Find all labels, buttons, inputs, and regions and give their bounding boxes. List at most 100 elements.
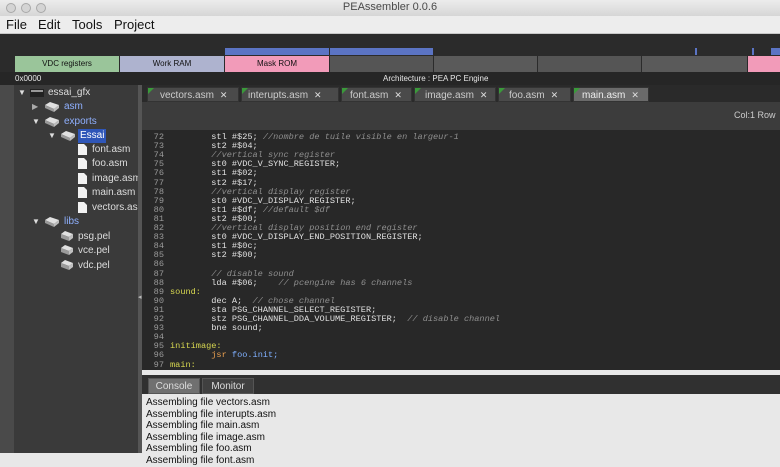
tab-status-icon	[415, 88, 421, 94]
code-line: lda #$06; // pcengine has 6 channels	[170, 277, 413, 288]
tab-status-icon	[499, 88, 505, 94]
tab-label: vectors.asm	[160, 90, 214, 101]
tab-close-icon[interactable]: ✕	[394, 90, 402, 100]
editor-status-strip: Col:1 Row	[142, 102, 780, 130]
code-line: lda #%11111111	[170, 369, 283, 370]
menu-file[interactable]: File	[6, 17, 27, 32]
tab-monitor[interactable]: Monitor	[202, 378, 254, 394]
console-line: Assembling file main.asm	[146, 420, 260, 431]
folder-icon	[44, 116, 60, 128]
console-line: Assembling file font.asm	[146, 455, 255, 466]
tree-file-label: vectors.asm	[92, 202, 138, 213]
console-tab-bar: Console Monitor	[142, 375, 780, 394]
file-icon	[78, 158, 87, 169]
tree-folder-asm-label: asm	[64, 101, 83, 112]
library-icon	[60, 231, 74, 242]
tab-close-icon[interactable]: ✕	[480, 90, 488, 100]
tree-file-main[interactable]: main.asm	[78, 186, 138, 200]
tab-font-asm[interactable]: font.asm ✕	[341, 87, 412, 102]
code-line: st2 #$00;	[170, 250, 258, 261]
tab-status-icon	[242, 88, 248, 94]
menu-project[interactable]: Project	[114, 17, 154, 32]
folder-icon	[60, 130, 76, 142]
tab-interupts-asm[interactable]: interupts.asm ✕	[241, 87, 339, 102]
tree-file-image[interactable]: image.asm	[78, 172, 138, 186]
menu-bar: File Edit Tools Project	[0, 16, 780, 34]
project-tree: ▼ essai_gfx ▶ asm ▼ exports ▼ Essai font…	[14, 85, 138, 453]
tab-status-icon	[574, 88, 580, 94]
tree-root-label: essai_gfx	[48, 87, 91, 98]
tab-close-icon[interactable]: ✕	[220, 90, 228, 100]
address-readout: 0x0000	[15, 74, 42, 83]
segment-empty	[434, 56, 537, 72]
tab-console[interactable]: Console	[148, 378, 200, 394]
disclosure-closed-icon[interactable]: ▶	[32, 100, 38, 114]
tab-label: main.asm	[582, 90, 626, 101]
console-line: Assembling file vectors.asm	[146, 397, 270, 408]
memory-usage-mark	[752, 48, 754, 55]
segment-empty	[538, 56, 641, 72]
sidebar-gutter	[0, 85, 14, 453]
memory-usage-mark	[695, 48, 697, 55]
tab-label: font.asm	[350, 90, 389, 101]
tree-folder-libs-label: libs	[64, 216, 80, 227]
tab-close-icon[interactable]: ✕	[551, 90, 559, 100]
segment-vdc-registers[interactable]: VDC registers	[15, 56, 119, 72]
window-title: PEAssembler 0.0.6	[342, 1, 438, 13]
segment-mask-rom-high[interactable]	[748, 56, 780, 72]
file-icon	[78, 202, 87, 213]
console-output[interactable]: Assembling file vectors.asm Assembling f…	[142, 394, 780, 466]
menu-tools[interactable]: Tools	[72, 17, 102, 32]
disclosure-open-icon[interactable]: ▼	[32, 215, 40, 229]
segment-mask-rom[interactable]: Mask ROM	[225, 56, 329, 72]
tab-main-asm[interactable]: main.asm ✕	[573, 87, 649, 102]
tab-vectors-asm[interactable]: vectors.asm ✕	[147, 87, 239, 102]
tree-file-label: foo.asm	[92, 158, 128, 169]
code-line: bne sound;	[170, 323, 263, 334]
library-icon	[60, 260, 74, 271]
tree-file-vectors[interactable]: vectors.asm	[78, 201, 138, 215]
file-icon	[78, 187, 87, 198]
tab-close-icon[interactable]: ✕	[631, 90, 639, 100]
library-icon	[60, 245, 74, 256]
cursor-position-label: Col:1 Row	[734, 110, 776, 120]
tree-file-label: image.asm	[92, 173, 138, 184]
folder-icon	[44, 216, 60, 228]
tab-label: foo.asm	[509, 90, 545, 101]
architecture-label: Architecture : PEA PC Engine	[383, 74, 489, 83]
segment-empty	[330, 56, 433, 72]
tab-status-icon	[342, 88, 348, 94]
line-number: 98	[142, 369, 164, 370]
memory-usage-mark	[771, 48, 780, 55]
menu-edit[interactable]: Edit	[38, 17, 60, 32]
tab-label: image.asm	[425, 90, 474, 101]
tree-lib-label: vce.pel	[78, 245, 110, 256]
segment-work-ram[interactable]: Work RAM	[120, 56, 224, 72]
title-bar: PEAssembler 0.0.6	[0, 0, 780, 17]
tree-lib-label: psg.pel	[78, 231, 111, 242]
splitter-handle-icon[interactable]: ◂	[138, 293, 142, 301]
file-icon	[78, 173, 87, 184]
tree-folder-essai-label: Essai	[78, 129, 107, 143]
editor-tab-bar: vectors.asm ✕ interupts.asm ✕ font.asm ✕ im…	[142, 85, 780, 102]
disclosure-open-icon[interactable]: ▼	[32, 115, 40, 129]
disclosure-open-icon[interactable]: ▼	[18, 86, 26, 100]
tab-foo-asm[interactable]: foo.asm ✕	[498, 87, 571, 102]
tree-folder-exports-label: exports	[64, 116, 97, 127]
tree-file-label: main.asm	[92, 187, 136, 198]
info-bar: 0x0000 Architecture : PEA PC Engine	[0, 72, 780, 85]
tree-lib-label: vdc.pel	[78, 260, 110, 271]
code-editor[interactable]: 72 stl #$25; //nombre de tuile visible e…	[142, 130, 780, 370]
tab-label: interupts.asm	[248, 90, 309, 101]
disclosure-open-icon[interactable]: ▼	[48, 129, 56, 143]
folder-icon	[44, 101, 60, 113]
tab-close-icon[interactable]: ✕	[314, 90, 322, 100]
project-icon	[30, 88, 44, 98]
tab-image-asm[interactable]: image.asm ✕	[414, 87, 496, 102]
console-line: Assembling file foo.asm	[146, 443, 252, 454]
memory-map: VDC registers Work RAM Mask ROM	[0, 34, 780, 72]
tree-file-label: font.asm	[92, 144, 131, 155]
segment-empty	[642, 56, 747, 72]
file-icon	[78, 144, 87, 155]
tab-status-icon	[148, 88, 154, 94]
